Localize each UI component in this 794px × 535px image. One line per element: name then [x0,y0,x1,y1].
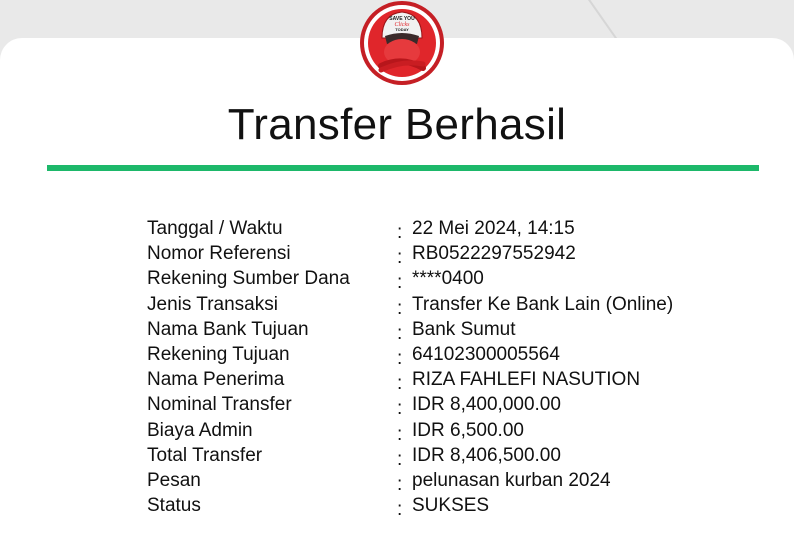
detail-separator: : [397,297,403,319]
detail-label: Jenis Transaksi [147,293,278,315]
detail-label: Rekening Sumber Dana [147,268,350,290]
detail-value: SUKSES [412,495,490,517]
detail-value: IDR 6,500.00 [412,419,524,441]
detail-label: Nama Bank Tujuan [147,318,309,340]
detail-label: Rekening Tujuan [147,343,290,365]
detail-value: RB0522297552942 [412,243,576,265]
detail-separator: : [397,222,403,243]
detail-label: Tanggal / Waktu [147,218,283,239]
logo-line3: TODAY [395,27,409,32]
page-title: Transfer Berhasil [227,100,567,149]
title-divider [47,165,759,171]
detail-value: 22 Mei 2024, 14:15 [412,218,575,239]
detail-separator: : [397,423,403,445]
detail-value: IDR 8,406,500.00 [412,444,561,466]
detail-separator: : [397,499,403,521]
detail-separator: : [397,272,403,294]
detail-value: pelunasan kurban 2024 [412,469,611,491]
detail-separator: : [397,347,403,369]
detail-value: ****0400 [412,268,484,290]
detail-value: RIZA FAHLEFI NASUTION [412,369,641,391]
detail-label: Nominal Transfer [147,394,292,416]
detail-separator: : [397,398,403,420]
detail-value: Transfer Ke Bank Lain (Online) [412,293,674,315]
detail-value: 64102300005564 [412,343,560,365]
detail-separator: : [397,473,403,495]
detail-separator: : [397,448,403,470]
detail-label: Nama Penerima [147,369,285,391]
detail-label: Total Transfer [147,444,263,466]
detail-separator: : [397,247,403,269]
detail-value: Bank Sumut [412,318,516,340]
detail-separator: : [397,322,403,344]
detail-label: Status [147,495,201,517]
detail-label: Nomor Referensi [147,243,291,265]
mascot-logo: SAVE YOU Clicks TODAY [360,1,444,85]
detail-value: IDR 8,400,000.00 [412,394,561,416]
detail-separator: : [397,373,403,395]
detail-label: Biaya Admin [147,419,253,441]
detail-label: Pesan [147,469,201,491]
